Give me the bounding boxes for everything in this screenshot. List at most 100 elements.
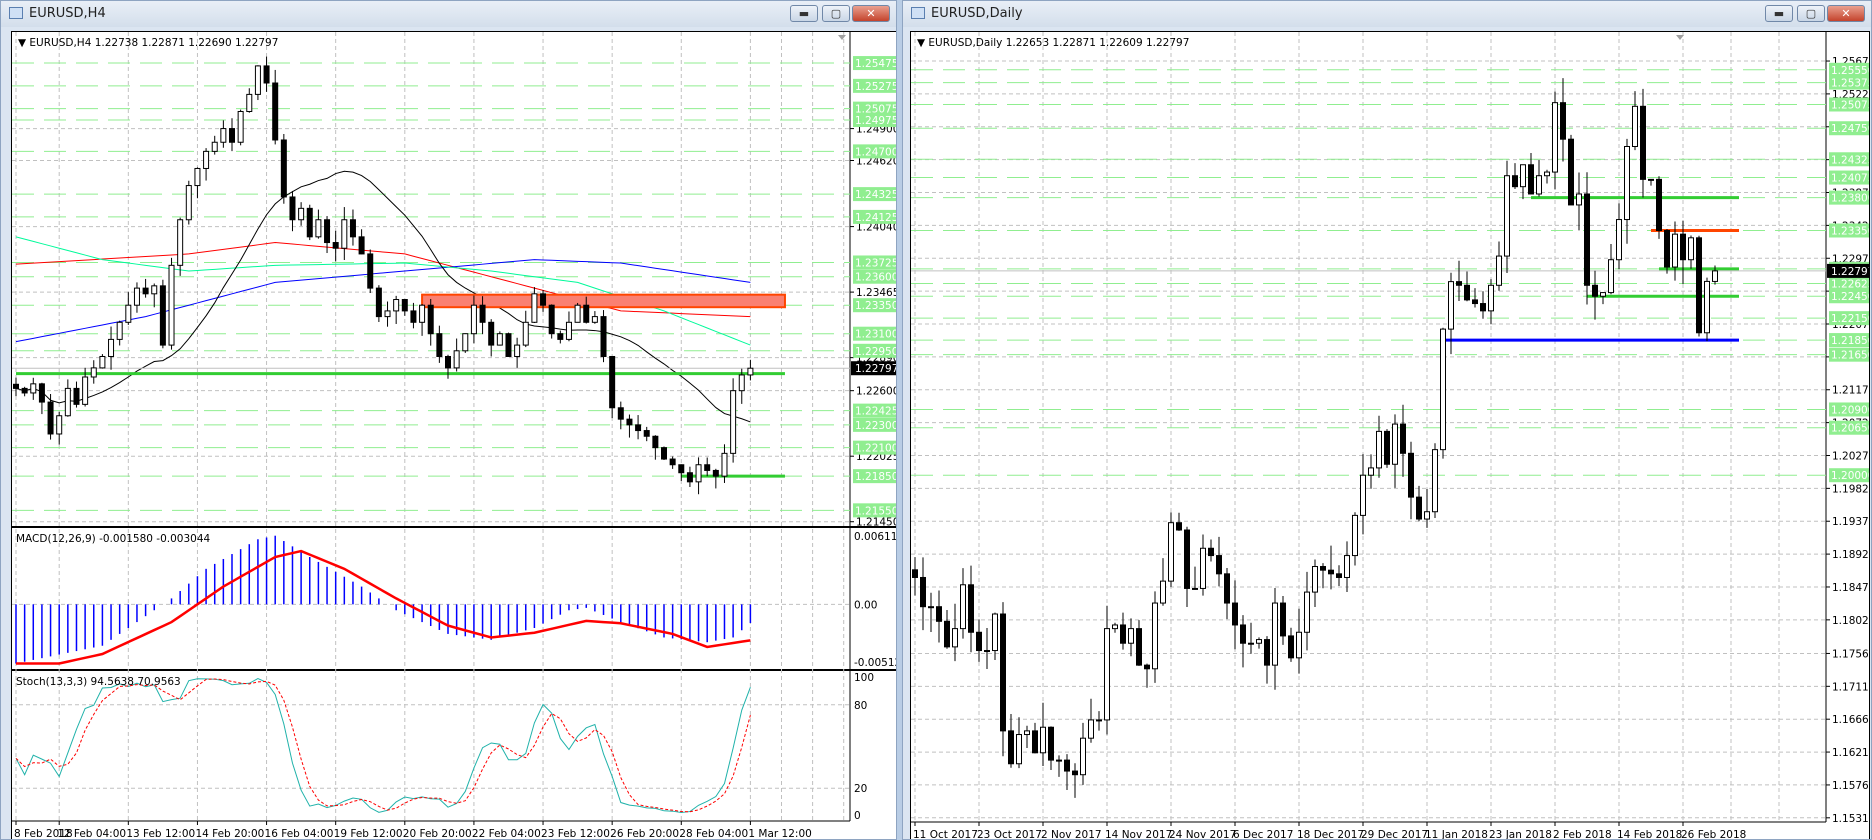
- bearish-candle: [427, 304, 434, 335]
- chart-window-daily[interactable]: EURUSD,Daily ▬ ▢ ✕ 11 Oct 2017 23 Oct 201…: [902, 0, 1872, 840]
- bullish-candle: [1648, 178, 1654, 181]
- chart-window-icon: [9, 7, 23, 19]
- bearish-candle: [609, 355, 616, 409]
- bearish-candle: [540, 293, 547, 306]
- bearish-candle: [324, 219, 331, 244]
- bearish-candle: [401, 299, 408, 312]
- bullish-candle: [133, 287, 140, 306]
- time-axis-label: 14 Feb 20:00: [195, 828, 264, 840]
- bearish-candle: [505, 333, 512, 357]
- bullish-candle: [151, 285, 158, 295]
- bearish-candle: [1480, 303, 1486, 312]
- stoch-main-line: [15, 678, 751, 814]
- macd-axis-label: 0.006113: [854, 531, 897, 543]
- bearish-candle: [643, 430, 650, 437]
- level-label: 1.23725: [855, 257, 897, 269]
- bearish-candle: [1048, 726, 1054, 761]
- bullish-candle: [747, 367, 754, 376]
- bullish-candle: [1256, 639, 1262, 644]
- bearish-candle: [1584, 193, 1590, 286]
- window-title-bar[interactable]: EURUSD,Daily ▬ ▢ ✕: [903, 1, 1871, 27]
- close-button[interactable]: ✕: [852, 5, 890, 22]
- bullish-candle: [574, 304, 581, 323]
- bullish-candle: [1368, 467, 1374, 476]
- bearish-candle: [1232, 602, 1238, 626]
- time-axis-label: 24 Nov 2017: [1169, 829, 1236, 840]
- bullish-candle: [1488, 284, 1494, 312]
- minimize-button[interactable]: ▬: [790, 5, 818, 22]
- chart-window-icon: [911, 7, 925, 19]
- bullish-candle: [1152, 602, 1158, 670]
- bearish-candle: [1336, 573, 1342, 578]
- bullish-candle: [1080, 737, 1086, 776]
- bearish-candle: [263, 65, 270, 84]
- bullish-candle: [1600, 292, 1606, 297]
- bullish-candle: [992, 613, 998, 652]
- bullish-candle: [1168, 522, 1174, 582]
- bullish-candle: [1112, 624, 1118, 630]
- daily-chart-svg[interactable]: 11 Oct 2017 23 Oct 2017 2 Nov 2017 14 Nov 2…: [911, 32, 1870, 840]
- price-axis-label: 1.18020: [1832, 615, 1870, 627]
- bearish-candle: [38, 383, 45, 403]
- bearish-candle: [968, 584, 974, 633]
- bearish-candle: [367, 253, 374, 289]
- window-title-bar[interactable]: EURUSD,H4 ▬ ▢ ✕: [1, 1, 896, 27]
- macd-axis-label: -0.005127: [854, 657, 897, 669]
- price-axis-label: 1.19370: [1832, 516, 1870, 528]
- level-label: 1.22300: [855, 420, 897, 432]
- bearish-candle: [912, 569, 918, 578]
- time-axis-label: 6 Dec 2017: [1233, 829, 1293, 840]
- price-axis-label: 1.19820: [1832, 483, 1870, 495]
- bearish-candle: [936, 606, 942, 622]
- bullish-candle: [56, 415, 63, 435]
- level-label: 1.24325: [1831, 154, 1870, 166]
- level-label: 1.22950: [855, 346, 897, 358]
- bullish-candle: [1432, 449, 1438, 513]
- daily-chart-area[interactable]: 11 Oct 2017 23 Oct 2017 2 Nov 2017 14 Nov 2…: [910, 31, 1870, 840]
- bullish-candle: [1712, 270, 1718, 282]
- bullish-candle: [1200, 547, 1206, 589]
- maximize-button[interactable]: ▢: [822, 5, 850, 22]
- level-label: 1.21850: [855, 471, 897, 483]
- time-axis-label: 28 Feb 04:00: [679, 828, 748, 840]
- bullish-candle: [1304, 591, 1310, 633]
- time-axis-label: 12 Feb 04:00: [57, 828, 126, 840]
- maximize-button[interactable]: ▢: [1797, 5, 1825, 22]
- h4-chart-area[interactable]: 8 Feb 2018 12 Feb 04:00 13 Feb 12:00 14 Feb…: [11, 31, 897, 840]
- stoch-axis-label: 20: [854, 783, 867, 795]
- bearish-candle: [375, 287, 382, 318]
- level-label: 1.23100: [855, 329, 897, 341]
- h4-chart-svg[interactable]: 8 Feb 201812 Feb 04:00 13 Feb 12:00 14 Feb…: [12, 32, 897, 840]
- time-axis-label: 23 Jan 2018: [1489, 829, 1552, 840]
- bullish-candle: [496, 333, 503, 346]
- bullish-candle: [928, 606, 934, 609]
- price-axis-label: 1.20270: [1832, 450, 1870, 462]
- minimize-button[interactable]: ▬: [1765, 5, 1793, 22]
- time-axis-label: 26 Feb 2018: [1681, 829, 1746, 840]
- bullish-candle: [1616, 219, 1622, 261]
- time-axis-label: 11 Oct 2017: [913, 829, 978, 840]
- bullish-candle: [1440, 328, 1446, 451]
- close-button[interactable]: ✕: [1827, 5, 1865, 22]
- bullish-candle: [384, 310, 391, 318]
- level-label: 1.21850: [1831, 335, 1870, 347]
- bullish-candle: [1088, 719, 1094, 739]
- price-axis-label: 1.17110: [1832, 681, 1870, 693]
- bearish-candle: [349, 219, 356, 238]
- level-label: 1.24075: [1831, 173, 1870, 185]
- bearish-candle: [1224, 573, 1230, 604]
- bearish-candle: [1136, 628, 1142, 666]
- price-axis-label: 1.16660: [1832, 714, 1870, 726]
- bearish-candle: [635, 424, 642, 432]
- level-label: 1.22150: [1831, 313, 1870, 325]
- bullish-candle: [341, 219, 348, 249]
- bearish-candle: [280, 139, 287, 198]
- price-axis-label: 1.15310: [1832, 813, 1870, 825]
- bullish-candle: [1272, 602, 1278, 666]
- bearish-candle: [1456, 281, 1462, 286]
- chart-window-h4[interactable]: EURUSD,H4 ▬ ▢ ✕ 8 Feb 2018 12 Feb 04:00 13…: [0, 0, 897, 840]
- bullish-candle: [591, 316, 598, 323]
- bearish-candle: [1640, 105, 1646, 180]
- time-axis-label: 14 Nov 2017: [1105, 829, 1172, 840]
- bearish-candle: [289, 196, 296, 221]
